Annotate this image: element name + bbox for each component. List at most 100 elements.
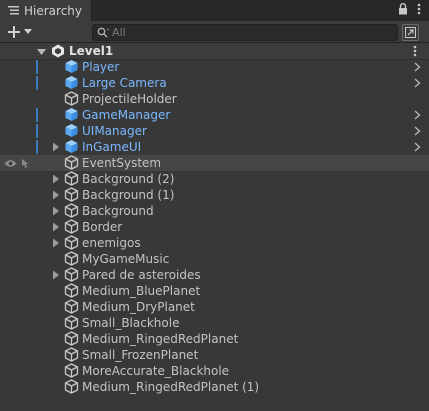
hierarchy-item-label: Medium_DryPlanet (82, 300, 195, 314)
hierarchy-item[interactable]: Background (2) (0, 171, 429, 187)
chevron-down-icon (24, 29, 32, 34)
prefab-override-bar (36, 60, 38, 74)
foldout-expanded-icon[interactable] (37, 47, 47, 57)
prefab-override-bar (36, 124, 38, 138)
hierarchy-lines-icon (8, 6, 19, 15)
scene-menu-icon[interactable] (413, 45, 417, 57)
gameobject-cube-icon (64, 267, 79, 282)
hierarchy-item-label: enemigos (82, 236, 141, 250)
prefab-cube-icon (64, 75, 79, 90)
hierarchy-item-label: Pared de asteroides (82, 268, 201, 282)
hierarchy-item-label: UIManager (82, 124, 147, 138)
foldout-collapsed-icon[interactable] (51, 206, 61, 216)
gameobject-cube-icon (64, 331, 79, 346)
hierarchy-item-label: EventSystem (82, 156, 162, 170)
hierarchy-item-label: Large Camera (82, 76, 167, 90)
hierarchy-item[interactable]: Medium_BluePlanet (0, 283, 429, 299)
hierarchy-tree: Level1 Player Large Camera ProjectileHolde… (0, 43, 429, 411)
open-prefab-chevron-icon[interactable] (414, 78, 421, 88)
hierarchy-item-label: Border (82, 220, 123, 234)
hierarchy-item[interactable]: Background (0, 203, 429, 219)
add-object-button[interactable] (8, 23, 38, 41)
search-icon (97, 27, 109, 38)
hierarchy-item-label: Small_FrozenPlanet (82, 348, 199, 362)
hierarchy-item-label: Medium_RingedRedPlanet (82, 332, 239, 346)
gameobject-cube-icon (64, 203, 79, 218)
visibility-pick-gutter (4, 158, 31, 169)
hierarchy-item-label: GameManager (82, 108, 171, 122)
scene-row[interactable]: Level1 (0, 43, 429, 60)
kebab-menu-icon[interactable] (417, 3, 421, 15)
search-input[interactable] (112, 26, 372, 39)
hierarchy-item[interactable]: GameManager (0, 107, 429, 123)
hierarchy-item[interactable]: Border (0, 219, 429, 235)
hierarchy-item[interactable]: InGameUI (0, 139, 429, 155)
gameobject-cube-icon (64, 251, 79, 266)
prefab-override-bar (36, 140, 38, 154)
hierarchy-item-label: Background (82, 204, 154, 218)
foldout-collapsed-icon[interactable] (51, 142, 61, 152)
unity-scene-icon (52, 44, 64, 58)
hierarchy-item[interactable]: Small_FrozenPlanet (0, 347, 429, 363)
scene-pick-icon (405, 27, 416, 38)
prefab-override-bar (36, 76, 38, 90)
foldout-collapsed-icon[interactable] (51, 190, 61, 200)
prefab-cube-icon (64, 123, 79, 138)
gameobject-cube-icon (64, 91, 79, 106)
tab-title: Hierarchy (24, 3, 83, 18)
visibility-eye-icon[interactable] (4, 159, 17, 168)
prefab-override-bar (36, 108, 38, 122)
gameobject-cube-icon (64, 363, 79, 378)
hierarchy-item[interactable]: Player (0, 59, 429, 75)
prefab-cube-icon (64, 59, 79, 74)
open-prefab-chevron-icon[interactable] (414, 126, 421, 136)
gameobject-cube-icon (64, 155, 79, 170)
tab-bar: Hierarchy (0, 0, 429, 21)
hierarchy-item-label: Medium_RingedRedPlanet (1) (82, 380, 260, 394)
plus-icon (8, 26, 20, 38)
hierarchy-item[interactable]: enemigos (0, 235, 429, 251)
open-prefab-chevron-icon[interactable] (414, 142, 421, 152)
hierarchy-item[interactable]: Medium_RingedRedPlanet (1) (0, 379, 429, 395)
pickable-hand-icon[interactable] (20, 158, 31, 169)
hierarchy-item[interactable]: MoreAccurate_Blackhole (0, 363, 429, 379)
hierarchy-item-label: Player (82, 60, 120, 74)
prefab-cube-icon (64, 139, 79, 154)
open-prefab-chevron-icon[interactable] (414, 62, 421, 72)
hierarchy-item-label: MoreAccurate_Blackhole (82, 364, 230, 378)
hierarchy-item[interactable]: EventSystem (0, 155, 429, 171)
scene-name: Level1 (69, 44, 114, 58)
gameobject-cube-icon (64, 315, 79, 330)
hierarchy-item[interactable]: Background (1) (0, 187, 429, 203)
hierarchy-item-label: Small_Blackhole (82, 316, 180, 330)
hierarchy-item[interactable]: Medium_RingedRedPlanet (0, 331, 429, 347)
lock-icon[interactable] (398, 3, 408, 15)
foldout-collapsed-icon[interactable] (51, 222, 61, 232)
hierarchy-item[interactable]: UIManager (0, 123, 429, 139)
hierarchy-item-label: ProjectileHolder (82, 92, 177, 106)
gameobject-cube-icon (64, 299, 79, 314)
gameobject-cube-icon (64, 171, 79, 186)
gameobject-cube-icon (64, 219, 79, 234)
scene-pick-button[interactable] (402, 24, 419, 41)
search-field[interactable] (92, 24, 398, 41)
hierarchy-item[interactable]: Medium_DryPlanet (0, 299, 429, 315)
hierarchy-item[interactable]: Pared de asteroides (0, 267, 429, 283)
hierarchy-item-label: Medium_BluePlanet (82, 284, 201, 298)
hierarchy-item[interactable]: ProjectileHolder (0, 91, 429, 107)
hierarchy-item[interactable]: MyGameMusic (0, 251, 429, 267)
foldout-collapsed-icon[interactable] (51, 270, 61, 280)
hierarchy-item[interactable]: Small_Blackhole (0, 315, 429, 331)
hierarchy-item[interactable]: Large Camera (0, 75, 429, 91)
gameobject-cube-icon (64, 187, 79, 202)
gameobject-cube-icon (64, 379, 79, 394)
gameobject-cube-icon (64, 347, 79, 362)
foldout-collapsed-icon[interactable] (51, 238, 61, 248)
foldout-collapsed-icon[interactable] (51, 174, 61, 184)
hierarchy-item-label: Background (2) (82, 172, 175, 186)
hierarchy-item-label: MyGameMusic (82, 252, 170, 266)
hierarchy-item-label: InGameUI (82, 140, 142, 154)
tab-hierarchy[interactable]: Hierarchy (0, 0, 92, 21)
hierarchy-item-label: Background (1) (82, 188, 175, 202)
open-prefab-chevron-icon[interactable] (414, 110, 421, 120)
